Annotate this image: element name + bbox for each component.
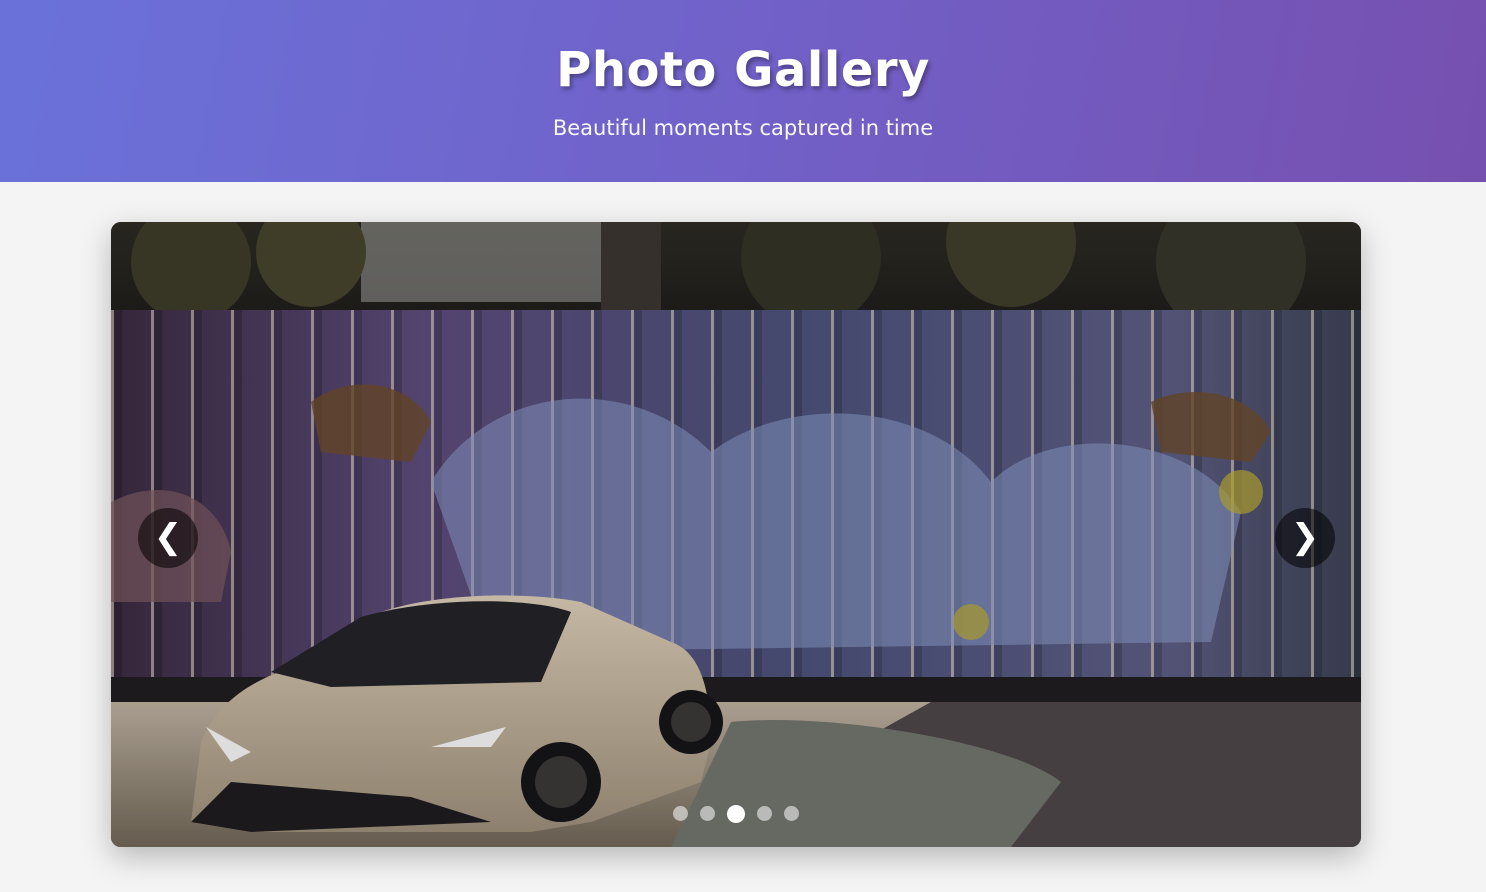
slide-dot-1[interactable]	[673, 806, 688, 821]
chevron-right-icon: ❯	[1290, 517, 1320, 557]
slide-indicators	[111, 804, 1361, 823]
slide-image	[111, 222, 1361, 847]
slide-dot-3-active[interactable]	[727, 804, 745, 823]
next-slide-button[interactable]: ❯	[1275, 508, 1335, 568]
page-title: Photo Gallery	[556, 42, 930, 98]
slide-dot-4[interactable]	[757, 806, 772, 821]
page-subtitle: Beautiful moments captured in time	[552, 116, 934, 140]
chevron-left-icon: ❮	[153, 517, 183, 557]
previous-slide-button[interactable]: ❮	[138, 508, 198, 568]
page-header: Photo Gallery Beautiful moments captured…	[0, 0, 1486, 182]
slide-dot-2[interactable]	[700, 806, 715, 821]
photo-slider: ❮ ❯	[111, 222, 1361, 847]
slide-dot-5[interactable]	[784, 806, 799, 821]
